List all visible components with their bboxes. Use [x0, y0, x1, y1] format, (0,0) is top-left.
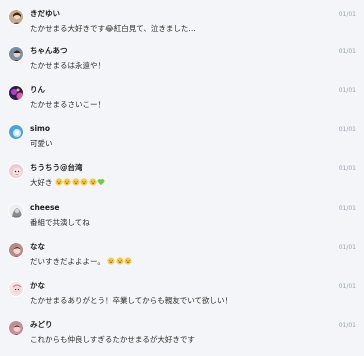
- laughing-emoji-icon: [80, 178, 88, 186]
- laughing-emoji-icon: [89, 178, 97, 186]
- comment-text: だいすきだよよよー。: [30, 256, 133, 267]
- comment-row: ちうちう@台湾 01/01 大好き: [0, 163, 364, 199]
- comment-text: たかせまるありがとう！卒業してからも親友でいて欲しい！: [30, 296, 233, 305]
- laughing-emoji-icon: [63, 178, 71, 186]
- comment-author: cheese: [30, 203, 60, 212]
- user-avatar-icon[interactable]: [8, 9, 24, 25]
- comment-time: 01/01: [338, 11, 356, 18]
- comment-author: みどり: [30, 320, 53, 329]
- comment-list: きだゆい 01/01 たかせまる大好きです😂紅白見て、泣きました… ちゃんあつ …: [0, 0, 364, 350]
- green-heart-icon: [98, 179, 105, 186]
- comment-author: ちゃんあつ: [30, 46, 68, 55]
- comment-row: みどり 01/01 これからも仲良しすぎるたかせまるが大好きです: [0, 320, 364, 356]
- comment-author: かな: [30, 281, 45, 290]
- user-avatar-icon[interactable]: [8, 203, 24, 219]
- comment-row: かな 01/01 たかせまるありがとう！卒業してからも親友でいて欲しい！: [0, 281, 364, 317]
- user-avatar-icon[interactable]: [8, 281, 24, 297]
- comment-time: 01/01: [338, 244, 356, 251]
- comment-text-body: だいすきだよよよー。: [30, 257, 105, 266]
- comment-text: 番組で共演してね: [30, 218, 90, 227]
- user-avatar-icon[interactable]: [8, 85, 24, 101]
- comment-author: りん: [30, 85, 45, 94]
- comment-author: きだゆい: [30, 9, 60, 18]
- laughing-emoji-icon: [72, 178, 80, 186]
- user-avatar-icon[interactable]: [8, 320, 24, 336]
- comment-row: きだゆい 01/01 たかせまる大好きです😂紅白見て、泣きました…: [0, 9, 364, 45]
- comment-text: たかせまるは永遠や！: [30, 61, 105, 70]
- comment-time: 01/01: [338, 165, 356, 172]
- laughing-emoji-icon: [55, 178, 63, 186]
- comment-author: なな: [30, 242, 45, 251]
- laughing-emoji-icon: [124, 257, 132, 265]
- comment-row: simo 01/01 可愛い: [0, 124, 364, 160]
- comment-text-body: 大好き: [30, 178, 53, 187]
- comment-author: simo: [30, 124, 51, 133]
- comment-row: りん 01/01 たかせまるさいこー！: [0, 85, 364, 121]
- comment-time: 01/01: [338, 283, 356, 290]
- comment-text: たかせまる大好きです😂紅白見て、泣きました…: [30, 24, 196, 33]
- user-avatar-icon[interactable]: [8, 163, 24, 179]
- laughing-emoji-icon: [107, 257, 115, 265]
- comment-text: 可愛い: [30, 139, 53, 148]
- comment-time: 01/01: [338, 205, 356, 212]
- user-avatar-icon[interactable]: [8, 46, 24, 62]
- comment-row: cheese 01/01 番組で共演してね: [0, 203, 364, 239]
- comment-time: 01/01: [338, 322, 356, 329]
- user-avatar-icon[interactable]: [8, 124, 24, 140]
- comment-time: 01/01: [338, 87, 356, 94]
- comment-row: ちゃんあつ 01/01 たかせまるは永遠や！: [0, 46, 364, 82]
- comment-time: 01/01: [338, 126, 356, 133]
- user-avatar-icon[interactable]: [8, 242, 24, 258]
- comment-time: 01/01: [338, 48, 356, 55]
- comment-text: 大好き: [30, 177, 106, 188]
- comment-text: たかせまるさいこー！: [30, 100, 105, 109]
- comment-author: ちうちう@台湾: [30, 163, 83, 172]
- comment-text: これからも仲良しすぎるたかせまるが大好きです: [30, 335, 195, 344]
- laughing-emoji-icon: [116, 257, 124, 265]
- comment-row: なな 01/01 だいすきだよよよー。: [0, 242, 364, 278]
